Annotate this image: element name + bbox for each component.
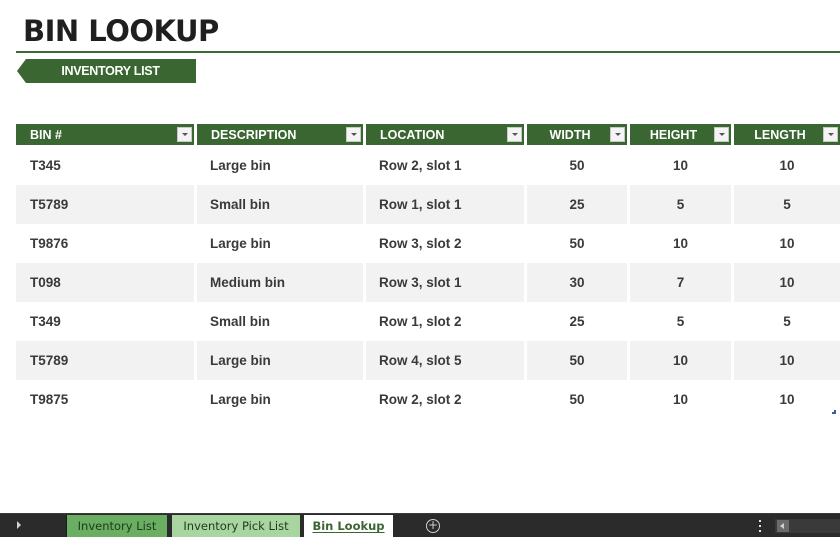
cell-width[interactable]: 25 (527, 185, 627, 224)
cell-location[interactable]: Row 2, slot 1 (366, 146, 524, 185)
inventory-list-nav-button[interactable]: INVENTORY LIST (17, 59, 196, 83)
cell-height[interactable]: 5 (630, 302, 731, 341)
tab-scroll-right-icon[interactable] (17, 521, 21, 529)
cell-bin[interactable]: T5789 (16, 185, 194, 224)
column-header-label: WIDTH (549, 127, 591, 142)
cell-length[interactable]: 5 (734, 185, 840, 224)
table-row: T5789 Large bin Row 4, slot 5 50 10 10 (16, 341, 840, 380)
column-header-location: LOCATION (366, 124, 524, 145)
cell-width[interactable]: 50 (527, 341, 627, 380)
table-row: T9875 Large bin Row 2, slot 2 50 10 10 (16, 380, 840, 419)
cell-length[interactable]: 10 (734, 224, 840, 263)
filter-dropdown-icon[interactable] (177, 127, 192, 142)
table-row: T5789 Small bin Row 1, slot 1 25 5 5 (16, 185, 840, 224)
table-header-row: BIN # DESCRIPTION LOCATION WIDTH HEIGHT … (16, 124, 840, 145)
cell-height[interactable]: 5 (630, 185, 731, 224)
column-header-label: LENGTH (754, 127, 806, 142)
filter-dropdown-icon[interactable] (507, 127, 522, 142)
cell-description[interactable]: Large bin (197, 224, 363, 263)
cell-description[interactable]: Large bin (197, 380, 363, 419)
cell-length[interactable]: 10 (734, 341, 840, 380)
column-header-label: BIN # (30, 127, 62, 142)
cell-location[interactable]: Row 2, slot 2 (366, 380, 524, 419)
table-row: T345 Large bin Row 2, slot 1 50 10 10 (16, 146, 840, 185)
column-header-label: DESCRIPTION (211, 127, 297, 142)
cell-location[interactable]: Row 3, slot 2 (366, 224, 524, 263)
filter-dropdown-icon[interactable] (346, 127, 361, 142)
cell-location[interactable]: Row 3, slot 1 (366, 263, 524, 302)
table-resize-handle[interactable] (832, 410, 836, 414)
cell-height[interactable]: 10 (630, 224, 731, 263)
cell-height[interactable]: 10 (630, 146, 731, 185)
cell-location[interactable]: Row 1, slot 2 (366, 302, 524, 341)
bin-lookup-table: BIN # DESCRIPTION LOCATION WIDTH HEIGHT … (16, 124, 840, 419)
cell-width[interactable]: 50 (527, 146, 627, 185)
cell-location[interactable]: Row 1, slot 1 (366, 185, 524, 224)
cell-bin[interactable]: T098 (16, 263, 194, 302)
cell-location[interactable]: Row 4, slot 5 (366, 341, 524, 380)
cell-width[interactable]: 30 (527, 263, 627, 302)
cell-width[interactable]: 50 (527, 224, 627, 263)
column-header-description: DESCRIPTION (197, 124, 363, 145)
column-header-bin: BIN # (16, 124, 194, 145)
horizontal-scrollbar[interactable] (775, 519, 840, 533)
filter-dropdown-icon[interactable] (610, 127, 625, 142)
cell-description[interactable]: Small bin (197, 185, 363, 224)
cell-width[interactable]: 50 (527, 380, 627, 419)
cell-length[interactable]: 10 (734, 146, 840, 185)
column-header-label: LOCATION (380, 127, 445, 142)
table-row: T349 Small bin Row 1, slot 2 25 5 5 (16, 302, 840, 341)
filter-dropdown-icon[interactable] (714, 127, 729, 142)
cell-length[interactable]: 10 (734, 263, 840, 302)
cell-height[interactable]: 10 (630, 380, 731, 419)
cell-bin[interactable]: T345 (16, 146, 194, 185)
column-header-height: HEIGHT (630, 124, 731, 145)
cell-bin[interactable]: T349 (16, 302, 194, 341)
cell-bin[interactable]: T5789 (16, 341, 194, 380)
scroll-left-icon[interactable] (777, 520, 789, 532)
sheet-tab-inventory-pick-list[interactable]: Inventory Pick List (172, 515, 300, 537)
cell-bin[interactable]: T9875 (16, 380, 194, 419)
page-title: BIN LOOKUP (23, 14, 219, 48)
cell-width[interactable]: 25 (527, 302, 627, 341)
more-options-icon[interactable] (759, 520, 762, 532)
sheet-tab-bar: Inventory List Inventory Pick List Bin L… (0, 513, 840, 537)
title-divider (16, 51, 840, 53)
cell-description[interactable]: Large bin (197, 341, 363, 380)
cell-height[interactable]: 7 (630, 263, 731, 302)
cell-length[interactable]: 5 (734, 302, 840, 341)
cell-description[interactable]: Small bin (197, 302, 363, 341)
add-sheet-icon[interactable]: + (426, 519, 440, 533)
cell-bin[interactable]: T9876 (16, 224, 194, 263)
column-header-width: WIDTH (527, 124, 627, 145)
cell-length[interactable]: 10 (734, 380, 840, 419)
cell-description[interactable]: Medium bin (197, 263, 363, 302)
sheet-tab-inventory-list[interactable]: Inventory List (66, 515, 167, 537)
table-row: T098 Medium bin Row 3, slot 1 30 7 10 (16, 263, 840, 302)
sheet-tab-bin-lookup[interactable]: Bin Lookup (304, 515, 393, 537)
column-header-label: HEIGHT (649, 127, 698, 142)
column-header-length: LENGTH (734, 124, 840, 145)
cell-height[interactable]: 10 (630, 341, 731, 380)
cell-description[interactable]: Large bin (197, 146, 363, 185)
table-row: T9876 Large bin Row 3, slot 2 50 10 10 (16, 224, 840, 263)
filter-dropdown-icon[interactable] (823, 127, 838, 142)
